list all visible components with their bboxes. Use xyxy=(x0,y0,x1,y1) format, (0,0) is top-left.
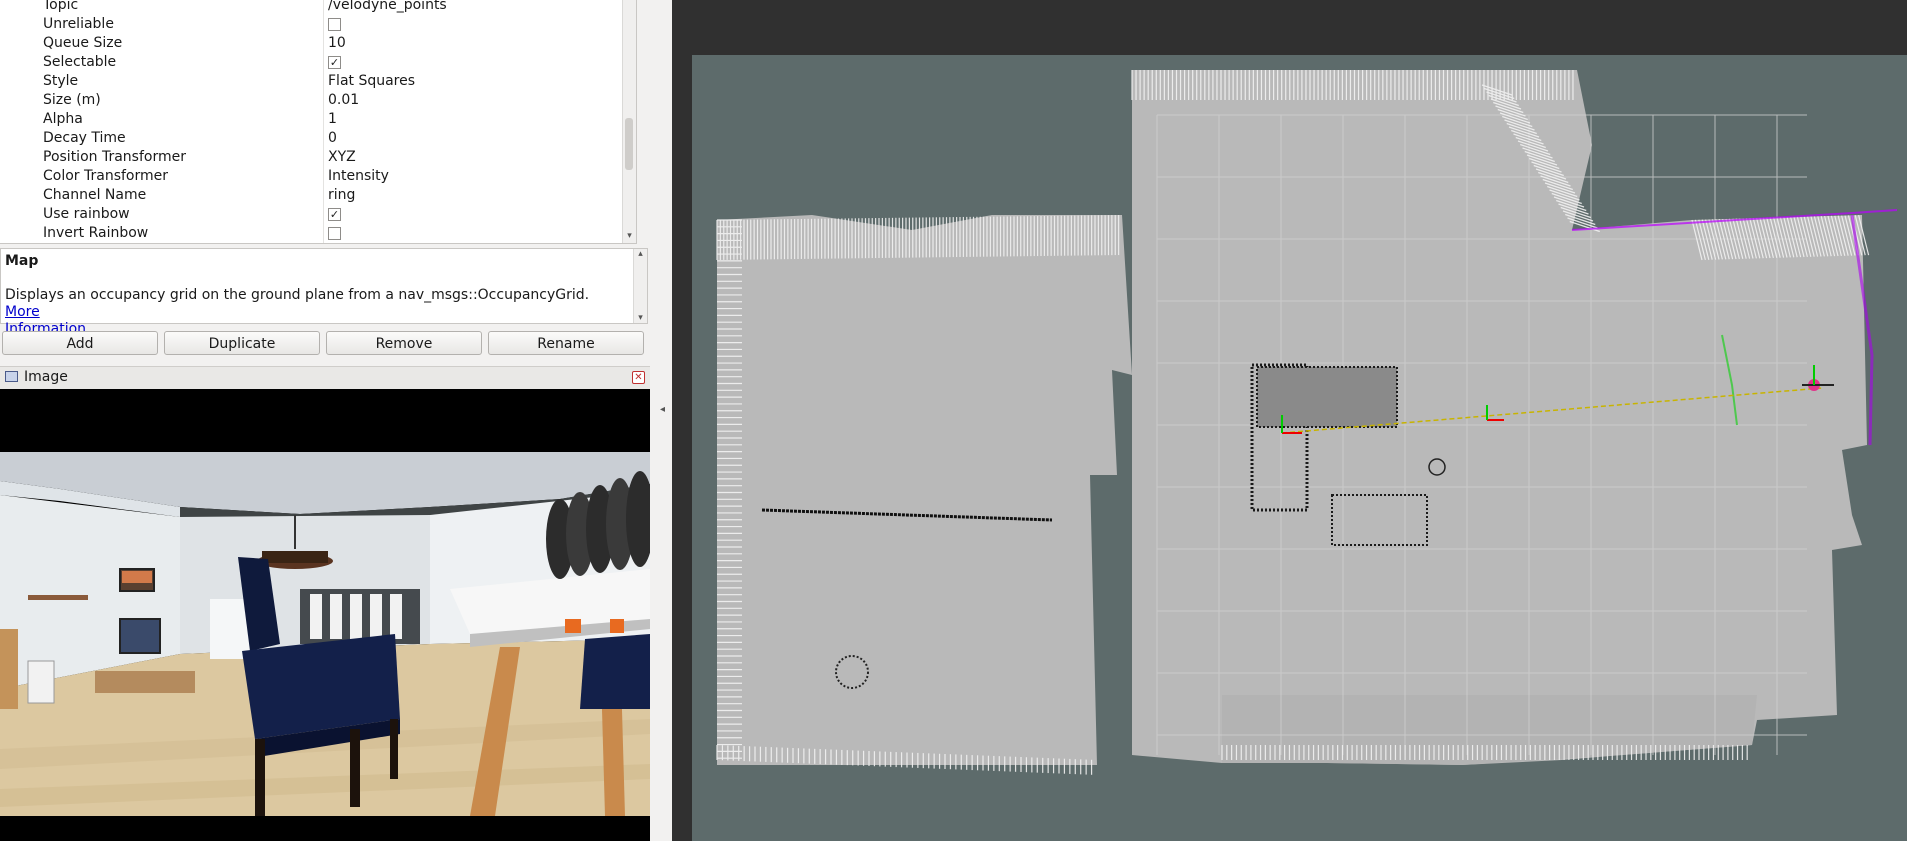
checked-checkbox[interactable]: ✓ xyxy=(328,56,341,69)
unchecked-checkbox[interactable] xyxy=(328,18,341,31)
property-value[interactable]: 10 xyxy=(328,34,346,53)
property-value[interactable]: XYZ xyxy=(328,148,356,167)
close-icon[interactable]: ✕ xyxy=(632,371,645,384)
property-name: Alpha xyxy=(43,111,83,127)
property-name: Position Transformer xyxy=(43,149,186,165)
scroll-down-icon[interactable]: ▾ xyxy=(623,231,636,241)
property-row[interactable]: Topic/velodyne_points xyxy=(0,0,636,15)
scroll-down-icon[interactable]: ▾ xyxy=(634,313,647,323)
property-name: Invert Rainbow xyxy=(43,225,149,241)
free-space-left-room xyxy=(717,215,1132,765)
property-row[interactable]: Alpha 1 xyxy=(0,110,636,129)
property-row[interactable]: Channel Name ring xyxy=(0,186,636,205)
unchecked-checkbox[interactable] xyxy=(328,227,341,240)
occupancy-grid xyxy=(716,70,1898,775)
property-value[interactable]: ring xyxy=(328,186,355,205)
properties-tree[interactable]: Topic/velodyne_points Unreliable Queue Siz… xyxy=(0,0,637,244)
property-name: Use rainbow xyxy=(43,206,130,222)
checked-checkbox[interactable]: ✓ xyxy=(328,208,341,221)
property-row[interactable]: Invert Rainbow xyxy=(0,224,636,243)
property-name: Decay Time xyxy=(43,130,126,146)
scroll-up-icon[interactable]: ▴ xyxy=(634,249,647,259)
property-row[interactable]: Queue Size 10 xyxy=(0,34,636,53)
display-buttons: Add Duplicate Remove Rename xyxy=(0,331,650,357)
description-scrollbar[interactable]: ▴ ▾ xyxy=(633,249,647,323)
properties-scrollbar[interactable]: ▾ xyxy=(622,0,636,243)
remove-button[interactable]: Remove xyxy=(326,331,482,355)
scrollbar-thumb[interactable] xyxy=(625,118,633,170)
property-name: Color Transformer xyxy=(43,168,169,184)
property-row[interactable]: Style Flat Squares xyxy=(0,72,636,91)
free-space-center xyxy=(1132,70,1867,765)
property-row[interactable]: Selectable ✓ xyxy=(0,53,636,72)
property-row[interactable]: Position Transformer XYZ xyxy=(0,148,636,167)
image-panel-icon xyxy=(5,371,18,382)
property-value[interactable]: /velodyne_points xyxy=(328,0,447,15)
property-name: Size (m) xyxy=(43,92,101,108)
property-row[interactable]: Unreliable xyxy=(0,15,636,34)
rename-button[interactable]: Rename xyxy=(488,331,644,355)
description-title: Map xyxy=(5,253,39,269)
property-name: Topic xyxy=(43,0,79,13)
property-name: Selectable xyxy=(43,54,117,70)
description-body: Displays an occupancy grid on the ground… xyxy=(5,287,590,303)
property-value[interactable]: 0.01 xyxy=(328,91,359,110)
property-name: Unreliable xyxy=(43,16,114,32)
property-name: Channel Name xyxy=(43,187,147,203)
duplicate-button[interactable]: Duplicate xyxy=(164,331,320,355)
property-name: Style xyxy=(43,73,79,89)
collapse-panel-icon[interactable]: ◂ xyxy=(660,404,665,415)
occupancy-map-view[interactable] xyxy=(692,55,1907,841)
left-panel: Topic/velodyne_points Unreliable Queue Siz… xyxy=(0,0,650,841)
property-row[interactable]: Color Transformer Intensity xyxy=(0,167,636,186)
obstacle-table xyxy=(1256,366,1398,428)
add-button[interactable]: Add xyxy=(2,331,158,355)
camera-scene xyxy=(0,389,650,841)
property-row[interactable]: Size (m) 0.01 xyxy=(0,91,636,110)
property-row[interactable]: Decay Time 0 xyxy=(0,129,636,148)
free-space-bottom xyxy=(1222,695,1757,765)
property-value[interactable]: Intensity xyxy=(328,167,389,186)
property-row[interactable]: Use rainbow ✓ xyxy=(0,205,636,224)
property-value[interactable]: 0 xyxy=(328,129,337,148)
image-panel-title: Image xyxy=(24,369,68,385)
property-name: Queue Size xyxy=(43,35,123,51)
display-description: Map Displays an occupancy grid on the gr… xyxy=(0,248,648,337)
property-value[interactable]: Flat Squares xyxy=(328,72,415,91)
property-value[interactable]: 1 xyxy=(328,110,337,129)
image-panel-header[interactable]: Image ✕ xyxy=(0,366,650,390)
camera-image-view[interactable] xyxy=(0,389,650,841)
